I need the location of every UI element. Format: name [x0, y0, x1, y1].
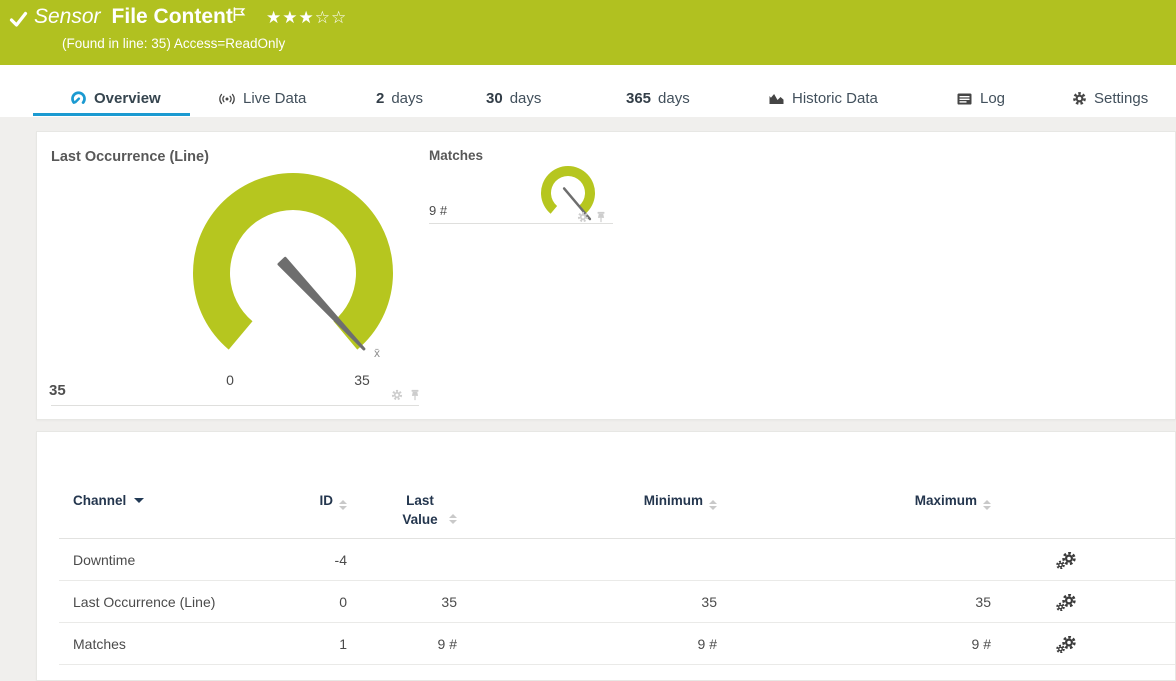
tab-log[interactable]: Log [956, 90, 1005, 107]
tab-30-days-label: days [509, 90, 542, 107]
tab-historic-data-label: Historic Data [792, 90, 878, 107]
cell-last-value: 35 [441, 593, 457, 610]
tab-live-data[interactable]: Live Data [218, 90, 306, 107]
column-header-id[interactable]: ID [237, 491, 347, 510]
tile-settings-gear-icon[interactable] [577, 210, 589, 228]
sensor-header-bar: Sensor File Content ★★★☆☆ (Found in line:… [0, 0, 1176, 65]
tab-log-label: Log [980, 90, 1006, 107]
sort-toggle-icon [709, 500, 717, 510]
cell-channel[interactable]: Matches [59, 624, 237, 665]
tile-settings-gear-icon[interactable] [391, 388, 403, 406]
primary-gauge-value: 35 [49, 382, 66, 399]
tab-365-days[interactable]: 365 days [626, 90, 690, 107]
column-header-maximum[interactable]: Maximum [717, 491, 991, 510]
cell-minimum: 35 [701, 593, 717, 610]
sensor-name[interactable]: File Content [112, 5, 233, 28]
flag-icon[interactable] [233, 7, 246, 26]
secondary-gauge-arc [541, 166, 595, 214]
prtg-sensor-page: { "header": { "type_label": "Sensor", "n… [0, 0, 1176, 681]
tab-365-days-number: 365 [626, 90, 652, 107]
column-header-last-value-label: Last Value [402, 493, 438, 527]
gear-icon [1072, 91, 1087, 106]
tab-live-data-label: Live Data [243, 90, 307, 107]
channels-table-panel: Channel ID Last Value Minimum Maximum Do… [36, 431, 1176, 681]
secondary-tile-actions [577, 210, 607, 228]
cell-id: -4 [334, 551, 347, 568]
primary-gauge-max-label: 35 [354, 372, 370, 388]
cell-channel[interactable]: Downtime [59, 540, 237, 581]
cell-channel[interactable]: Last Occurrence (Line) [59, 582, 237, 623]
log-list-icon [956, 92, 973, 106]
overview-gauges-panel: Last Occurrence (Line) x̄ 0 35 35 Matche… [36, 131, 1176, 420]
cell-maximum: 9 # [971, 635, 991, 652]
table-row-matches: Matches 1 9 # 9 # 9 # [59, 623, 1175, 665]
cell-id: 0 [339, 593, 347, 610]
sort-toggle-icon [449, 514, 457, 524]
sensor-title: Sensor File Content [34, 5, 233, 29]
column-header-minimum-label: Minimum [643, 493, 703, 508]
table-row-last-occurrence: Last Occurrence (Line) 0 35 35 35 [59, 581, 1175, 623]
status-ok-check-icon [9, 11, 28, 33]
sort-desc-icon [134, 498, 145, 503]
channel-settings-cogs-icon[interactable] [991, 623, 1141, 665]
column-header-last-value[interactable]: Last Value [347, 491, 457, 529]
tile-pin-icon[interactable] [409, 388, 421, 406]
column-header-minimum[interactable]: Minimum [457, 491, 717, 510]
sort-toggle-icon [339, 500, 347, 510]
tab-2-days-number: 2 [376, 90, 385, 107]
table-row-downtime: Downtime -4 [59, 539, 1175, 581]
secondary-gauge-title: Matches [429, 148, 484, 163]
tab-settings[interactable]: Settings [1072, 90, 1148, 107]
column-header-channel-label: Channel [73, 493, 127, 508]
cell-maximum: 35 [975, 593, 991, 610]
tab-2-days-label: days [391, 90, 424, 107]
broadcast-icon [218, 92, 236, 106]
channel-settings-cogs-icon[interactable] [991, 539, 1141, 581]
primary-tile-separator [51, 405, 419, 406]
tab-365-days-label: days [658, 90, 690, 107]
tile-pin-icon[interactable] [595, 210, 607, 228]
channels-table: Channel ID Last Value Minimum Maximum Do… [59, 432, 1175, 665]
column-header-id-label: ID [319, 493, 334, 508]
column-header-maximum-label: Maximum [914, 493, 977, 508]
object-type-label: Sensor [34, 5, 101, 28]
table-header-row: Channel ID Last Value Minimum Maximum [59, 432, 1175, 539]
secondary-gauge-value: 9 # [429, 203, 448, 218]
average-marker: x̄ [374, 346, 380, 360]
secondary-tile-separator [429, 223, 613, 224]
primary-gauge [193, 173, 393, 351]
sensor-status-message: (Found in line: 35) Access=ReadOnly [62, 36, 286, 51]
stars-filled[interactable]: ★★★ [266, 8, 315, 27]
primary-gauge-min-label: 0 [226, 372, 234, 388]
cell-id: 1 [339, 635, 347, 652]
stars-empty[interactable]: ☆☆ [315, 8, 347, 27]
tab-overview-label: Overview [94, 90, 161, 107]
tab-2-days[interactable]: 2 days [376, 90, 423, 107]
gauge-icon [70, 90, 87, 107]
active-tab-indicator [33, 113, 190, 116]
priority-rating[interactable]: ★★★☆☆ [266, 8, 347, 28]
tab-settings-label: Settings [1094, 90, 1149, 107]
sort-toggle-icon [983, 500, 991, 510]
cell-minimum: 9 # [697, 635, 717, 652]
tab-overview[interactable]: Overview [70, 90, 161, 107]
area-chart-icon [768, 92, 785, 106]
primary-gauge-arc [193, 173, 393, 350]
column-header-channel[interactable]: Channel [59, 491, 237, 510]
tab-30-days[interactable]: 30 days [486, 90, 541, 107]
primary-tile-actions [391, 388, 421, 406]
tab-historic-data[interactable]: Historic Data [768, 90, 878, 107]
tab-30-days-number: 30 [486, 90, 503, 107]
tab-bar: Overview Live Data 2 days 30 days 365 da… [0, 65, 1176, 117]
channel-settings-cogs-icon[interactable] [991, 581, 1141, 623]
cell-last-value: 9 # [437, 635, 457, 652]
